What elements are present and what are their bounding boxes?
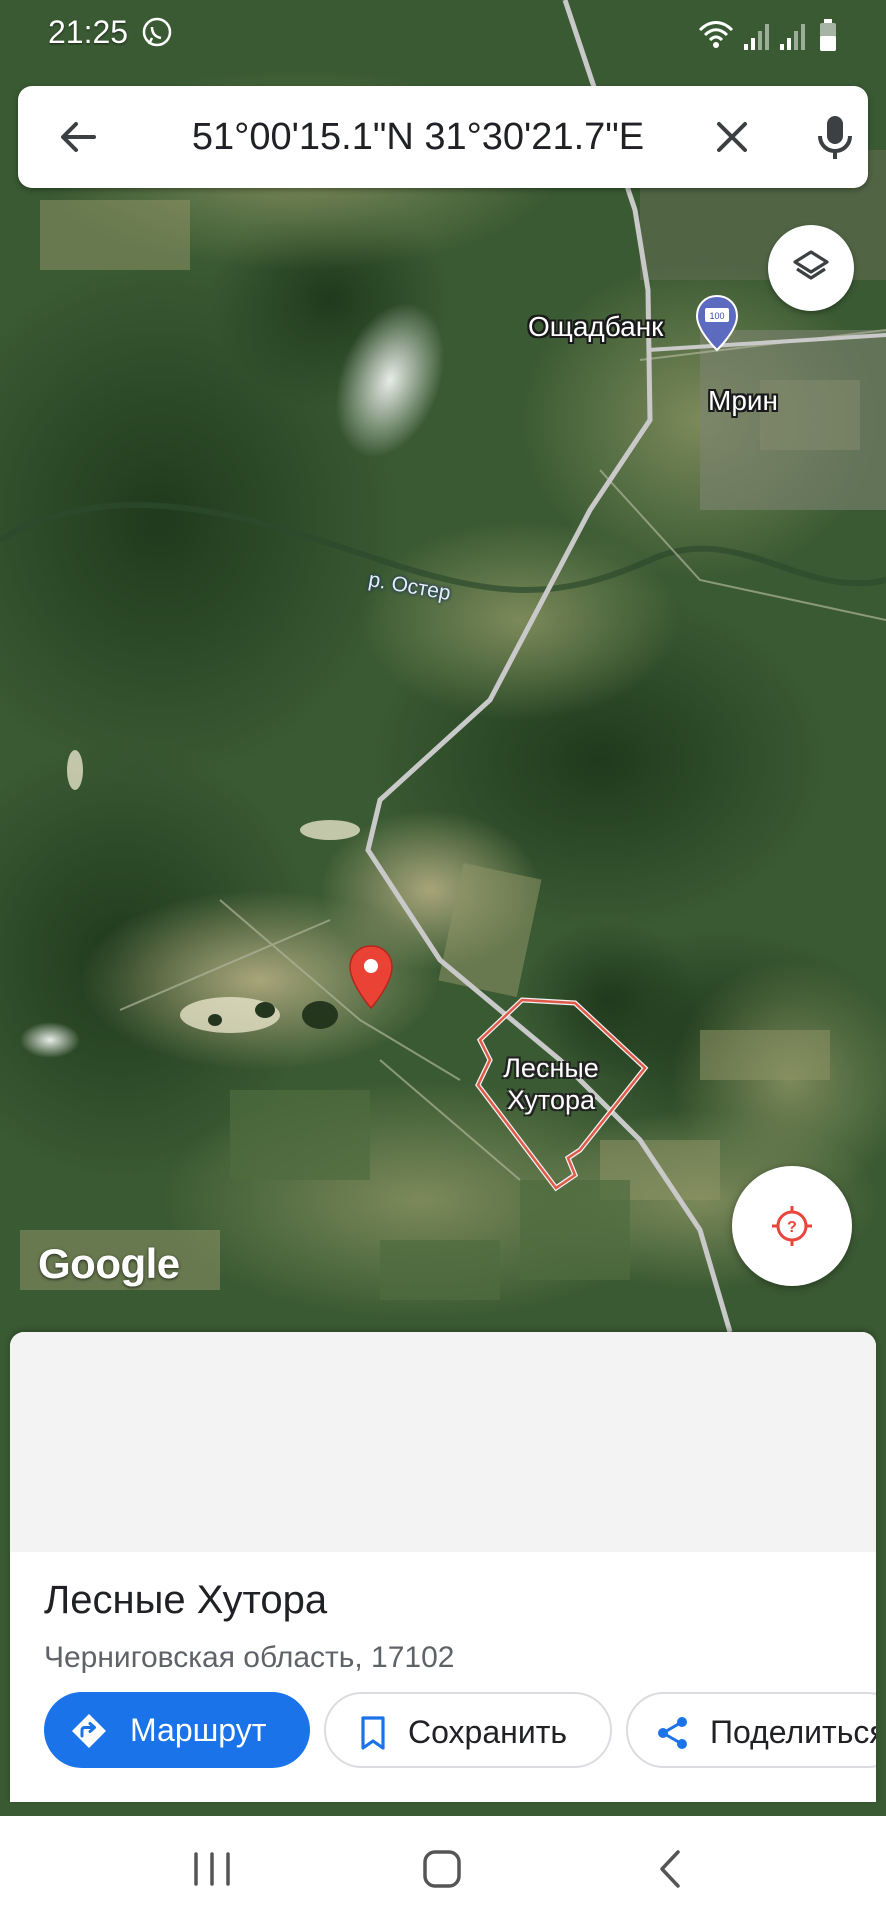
my-location-button[interactable]: ?	[732, 1166, 852, 1286]
back-icon[interactable]	[642, 1844, 702, 1894]
locate-icon: ?	[772, 1206, 812, 1246]
share-label: Поделиться	[710, 1714, 876, 1750]
bank-poi-icon[interactable]: 100	[694, 294, 740, 352]
search-bar[interactable]: 51°00'15.1"N 31°30'21.7"E	[18, 86, 868, 188]
status-bar: 21:25	[0, 0, 886, 70]
back-arrow-icon[interactable]	[54, 113, 102, 161]
town-label[interactable]: Мрин	[708, 385, 778, 417]
bank-label[interactable]: Ощадбанк	[528, 311, 663, 343]
route-button[interactable]: Маршрут	[44, 1692, 310, 1768]
place-bottom-sheet[interactable]: Лесные Хутора Черниговская область, 1710…	[10, 1332, 876, 1802]
layers-icon	[793, 250, 829, 280]
viber-icon	[142, 17, 172, 47]
mic-icon[interactable]	[808, 110, 862, 164]
route-label: Маршрут	[130, 1712, 267, 1748]
map-pin-icon[interactable]	[348, 944, 394, 1010]
share-icon	[658, 1717, 687, 1749]
home-icon[interactable]	[412, 1844, 472, 1894]
place-photo-placeholder[interactable]	[10, 1332, 876, 1552]
system-nav-bar	[0, 1816, 886, 1920]
place-address: Черниговская область, 17102	[44, 1641, 455, 1674]
close-icon[interactable]	[708, 113, 756, 161]
area-label[interactable]: Лесные Хутора	[486, 1052, 616, 1116]
status-icons	[696, 18, 846, 52]
layers-button[interactable]	[768, 225, 854, 311]
google-logo: Google	[38, 1240, 180, 1287]
place-title: Лесные Хутора	[44, 1578, 328, 1622]
svg-text:100: 100	[709, 311, 724, 321]
wifi-icon	[698, 21, 734, 48]
signal-icon	[780, 24, 805, 50]
recent-apps-icon[interactable]	[182, 1844, 242, 1894]
save-button[interactable]: Сохранить	[324, 1692, 612, 1768]
save-label: Сохранить	[408, 1714, 568, 1750]
battery-icon	[820, 19, 836, 51]
search-query[interactable]: 51°00'15.1"N 31°30'21.7"E	[118, 86, 718, 188]
svg-text:?: ?	[787, 1219, 797, 1236]
status-time: 21:25	[48, 14, 129, 50]
directions-icon	[72, 1714, 106, 1748]
share-button[interactable]: Поделиться	[626, 1692, 876, 1768]
bookmark-icon	[361, 1716, 385, 1750]
signal-icon	[744, 24, 769, 50]
